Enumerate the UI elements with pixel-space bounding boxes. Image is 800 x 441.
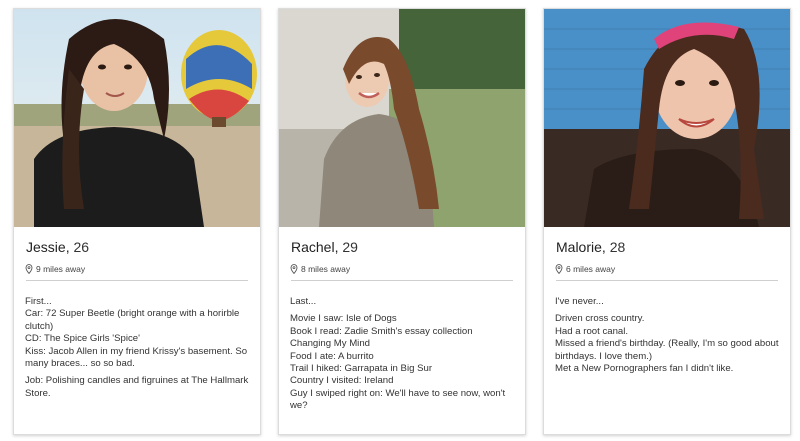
bio-line: Kiss: Jacob Allen in my friend Krissy's … [25, 345, 248, 370]
profile-photo[interactable] [544, 9, 790, 227]
profile-name-row: Malorie, 28 [556, 239, 626, 255]
profile-photo-image [544, 9, 790, 227]
location-pin-icon [290, 264, 298, 274]
distance-label: 6 miles away [566, 264, 616, 274]
profile-photo[interactable] [279, 9, 525, 227]
bio-heading: I've never... [555, 296, 604, 307]
bio-line: Missed a friend's birthday. (Really, I'm… [555, 338, 779, 362]
distance-label: 8 miles away [301, 264, 351, 274]
bio-heading: First... [25, 296, 52, 307]
profile-age: 28 [609, 239, 626, 255]
profile-photo-image [279, 9, 525, 227]
profile-card-malorie[interactable]: Malorie, 28 6 miles away I've never... D… [543, 8, 791, 435]
profile-card-rachel[interactable]: Rachel, 29 8 miles away Last... Movie I … [278, 8, 526, 435]
distance-row: 8 miles away [290, 264, 525, 274]
bio-line: Food I ate: A burrito [290, 350, 374, 362]
bio: Last... Movie I saw: Isle of Dogs Book I… [290, 296, 515, 413]
profile-name: Rachel [291, 239, 335, 255]
divider [556, 280, 778, 281]
bio: I've never... Driven cross country. Had … [555, 296, 780, 375]
divider [291, 280, 513, 281]
distance-label: 9 miles away [36, 264, 86, 274]
profile-age: 26 [73, 239, 90, 255]
profile-card-jessie[interactable]: Jessie, 26 9 miles away First... Car: 72… [13, 8, 261, 435]
bio-line: Car: 72 Super Beetle (bright orange with… [25, 308, 240, 332]
profile-name: Malorie [556, 239, 602, 255]
bio-line: Met a New Pornographers fan I didn't lik… [555, 363, 734, 375]
profile-photo[interactable] [14, 9, 260, 227]
bio-line: Had a root canal. [555, 325, 629, 337]
bio-line: Trail I hiked: Garrapata in Big Sur [290, 363, 433, 375]
bio-heading: Last... [290, 296, 317, 307]
bio-line: Guy I swiped right on: We'll have to see… [290, 387, 506, 412]
bio: First... Car: 72 Super Beetle (bright or… [25, 296, 250, 400]
bio-line: Driven cross country. [555, 313, 645, 325]
divider [26, 280, 248, 281]
location-pin-icon [25, 264, 33, 274]
bio-line: Movie I saw: Isle of Dogs [290, 313, 397, 325]
bio-line: Book I read: Zadie Smith's essay collect… [290, 325, 473, 350]
bio-footer: Job: Polishing candles and figruines at … [25, 375, 249, 399]
profile-age: 29 [342, 239, 358, 255]
profile-name: Jessie [26, 239, 66, 255]
bio-line: Country I visited: Ireland [290, 375, 394, 387]
profile-photo-image [14, 9, 260, 227]
distance-row: 9 miles away [25, 264, 260, 274]
location-pin-icon [555, 264, 563, 274]
distance-row: 6 miles away [555, 264, 790, 274]
bio-line: CD: The Spice Girls 'Spice' [25, 333, 140, 345]
profile-name-row: Rachel, 29 [291, 239, 358, 255]
profile-name-row: Jessie, 26 [26, 239, 90, 255]
